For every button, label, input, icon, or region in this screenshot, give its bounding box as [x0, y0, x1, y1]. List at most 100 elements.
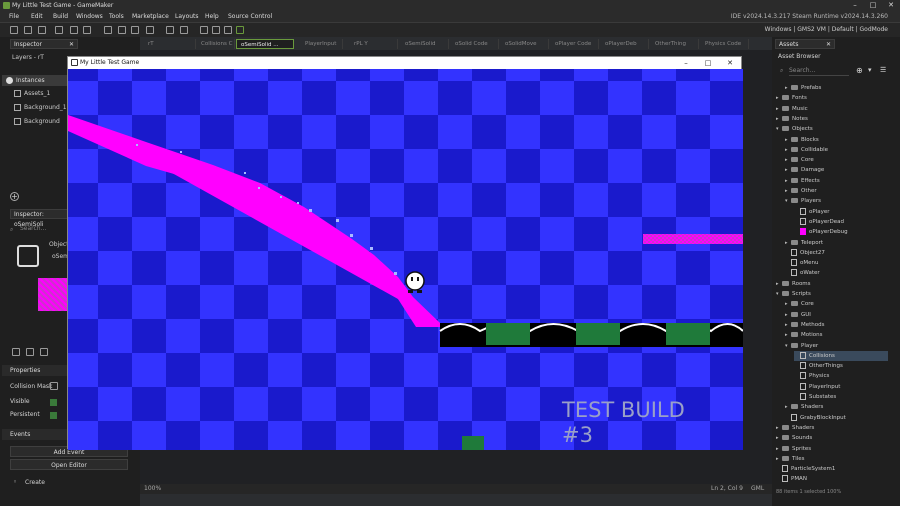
- asset-tree-item[interactable]: ▸ Sounds: [776, 433, 888, 443]
- inspector-object-tab[interactable]: Inspector: oSemiSoli: [10, 209, 70, 228]
- menu-icon[interactable]: ☰: [880, 66, 886, 74]
- asset-tree-item[interactable]: ▸ Fonts: [776, 93, 888, 103]
- minimize-icon[interactable]: –: [846, 0, 864, 11]
- asset-tree-item[interactable]: Object27: [785, 248, 888, 258]
- asset-tree-item[interactable]: Collisions: [794, 350, 888, 361]
- zoom-level[interactable]: 100%: [144, 484, 161, 494]
- asset-tree-item[interactable]: ParticleSystem1: [776, 464, 888, 474]
- asset-tree-item[interactable]: ▸ Core: [785, 299, 888, 309]
- close-icon[interactable]: ✕: [69, 40, 74, 50]
- asset-tree-item[interactable]: ▸ Rooms: [776, 279, 888, 289]
- asset-tree-item[interactable]: ▸ Blocks: [785, 135, 888, 145]
- asset-tree-item[interactable]: ▸ Effects: [785, 176, 888, 186]
- asset-tree-item[interactable]: ▾ Players: [785, 196, 888, 206]
- game-window[interactable]: My Little Test Game – □ ✕ TEST BUILD #3: [67, 56, 743, 450]
- gm-icon[interactable]: [236, 26, 244, 34]
- layer-row[interactable]: Background_1: [14, 102, 67, 113]
- asset-tree-item[interactable]: ▸ Motions: [785, 330, 888, 340]
- asset-tree-item[interactable]: ▸ Teleport: [785, 238, 888, 248]
- close-icon[interactable]: ✕: [826, 40, 831, 50]
- add-icon[interactable]: ⊕: [856, 66, 863, 75]
- menu-build[interactable]: Build: [53, 11, 68, 23]
- asset-tree-item[interactable]: ▸ Tiles: [776, 454, 888, 464]
- create-event-item[interactable]: Create: [25, 479, 45, 486]
- asset-tree-item[interactable]: ▾ Scripts: [776, 289, 888, 299]
- game-canvas[interactable]: TEST BUILD #3: [68, 69, 743, 450]
- game-window-titlebar[interactable]: My Little Test Game – □ ✕: [68, 57, 741, 69]
- open-editor-button[interactable]: Open Editor: [10, 459, 128, 470]
- asset-tree-item[interactable]: oPlayerDebug: [794, 227, 888, 237]
- editor-tab[interactable]: oSemiSolid: [401, 39, 449, 49]
- package-icon[interactable]: [146, 26, 154, 34]
- menu-marketplace[interactable]: Marketplace: [132, 11, 169, 23]
- asset-tree-item[interactable]: oPlayerDead: [794, 217, 888, 227]
- maximize-icon[interactable]: □: [864, 0, 882, 11]
- clean-icon[interactable]: [55, 26, 63, 34]
- asset-tree-item[interactable]: ▸ Shaders: [776, 423, 888, 433]
- physics-icon[interactable]: [40, 348, 48, 356]
- menu-help[interactable]: Help: [205, 11, 219, 23]
- object-sprite-preview[interactable]: [17, 245, 39, 267]
- asset-tree-item[interactable]: ▸ Music: [776, 104, 888, 114]
- asset-tree-item[interactable]: oPlayer: [794, 207, 888, 217]
- asset-tree-item[interactable]: ▸ Core: [785, 155, 888, 165]
- play-icon[interactable]: [118, 26, 126, 34]
- menu-source-control[interactable]: Source Control: [228, 11, 272, 23]
- menu-edit[interactable]: Edit: [31, 11, 43, 23]
- filter-icon[interactable]: ▾: [868, 66, 872, 74]
- editor-tab[interactable]: oPlayer Code: [551, 39, 599, 49]
- minimize-icon[interactable]: –: [675, 57, 697, 69]
- asset-tree-item[interactable]: ▸ Collidable: [785, 145, 888, 155]
- zoom-reset-icon[interactable]: [224, 26, 232, 34]
- maximize-icon[interactable]: □: [697, 57, 719, 69]
- asset-search-input[interactable]: Search...: [789, 67, 849, 76]
- asset-tree-item[interactable]: ▸ GUI: [785, 310, 888, 320]
- add-layer-icon[interactable]: +: [10, 192, 19, 201]
- editor-tab[interactable]: oPlayerDeb: [601, 39, 649, 49]
- asset-tree-item[interactable]: PMAN: [776, 474, 888, 484]
- inspector-search-input[interactable]: Search...: [20, 225, 46, 232]
- asset-tree-item[interactable]: ▸ Damage: [785, 165, 888, 175]
- asset-tree-item[interactable]: OtherThings: [794, 361, 888, 371]
- layer-row[interactable]: Assets_1: [14, 88, 50, 99]
- save-icon[interactable]: [38, 26, 46, 34]
- asset-tree-item[interactable]: oMenu: [785, 258, 888, 268]
- asset-tree-item[interactable]: ▾ Objects: [776, 124, 888, 134]
- close-icon[interactable]: ✕: [719, 57, 741, 69]
- asset-tree-item[interactable]: oWater: [785, 268, 888, 278]
- editor-tab-active[interactable]: oSemiSolid ...: [236, 39, 294, 49]
- editor-tab[interactable]: rT: [144, 39, 196, 49]
- editor-tab[interactable]: oSolid Code: [451, 39, 499, 49]
- editor-tab[interactable]: OtherThing: [651, 39, 699, 49]
- zoom-in-icon[interactable]: [200, 26, 208, 34]
- visible-checkbox[interactable]: [50, 399, 57, 406]
- collision-mask-edit-icon[interactable]: [50, 382, 58, 390]
- parent-icon[interactable]: [26, 348, 34, 356]
- asset-tree-item[interactable]: ▸ Sprites: [776, 444, 888, 454]
- inspector-tab[interactable]: Inspector ✕: [10, 39, 78, 49]
- editor-tab[interactable]: rPL Y: [350, 39, 398, 49]
- asset-tree-item[interactable]: Substates: [794, 392, 888, 402]
- persistent-checkbox[interactable]: [50, 412, 57, 419]
- editor-tab[interactable]: Collisions C: [197, 39, 235, 49]
- help-icon[interactable]: [180, 26, 188, 34]
- asset-tree-item[interactable]: ▸ Other: [785, 186, 888, 196]
- asset-tree-item[interactable]: ▸ Prefabs: [785, 83, 888, 93]
- debug-icon[interactable]: [70, 26, 78, 34]
- editor-tab[interactable]: Physics Code: [701, 39, 749, 49]
- run-icon[interactable]: [104, 26, 112, 34]
- open-project-icon[interactable]: [24, 26, 32, 34]
- build-icon[interactable]: [83, 26, 91, 34]
- layer-row[interactable]: Background: [14, 116, 60, 127]
- settings-icon[interactable]: [166, 26, 174, 34]
- asset-tree-item[interactable]: ▾ Player: [785, 341, 888, 351]
- asset-tree-item[interactable]: ▸ Methods: [785, 320, 888, 330]
- menu-windows[interactable]: Windows: [76, 11, 103, 23]
- zoom-out-icon[interactable]: [212, 26, 220, 34]
- editor-tab[interactable]: PlayerInput: [301, 39, 343, 49]
- asset-tree-item[interactable]: ▸ Shaders: [785, 402, 888, 412]
- asset-tree-item[interactable]: PlayerInput: [794, 382, 888, 392]
- menu-file[interactable]: File: [9, 11, 19, 23]
- asset-tree-item[interactable]: GrabyBlockInput: [785, 413, 888, 423]
- menu-tools[interactable]: Tools: [109, 11, 124, 23]
